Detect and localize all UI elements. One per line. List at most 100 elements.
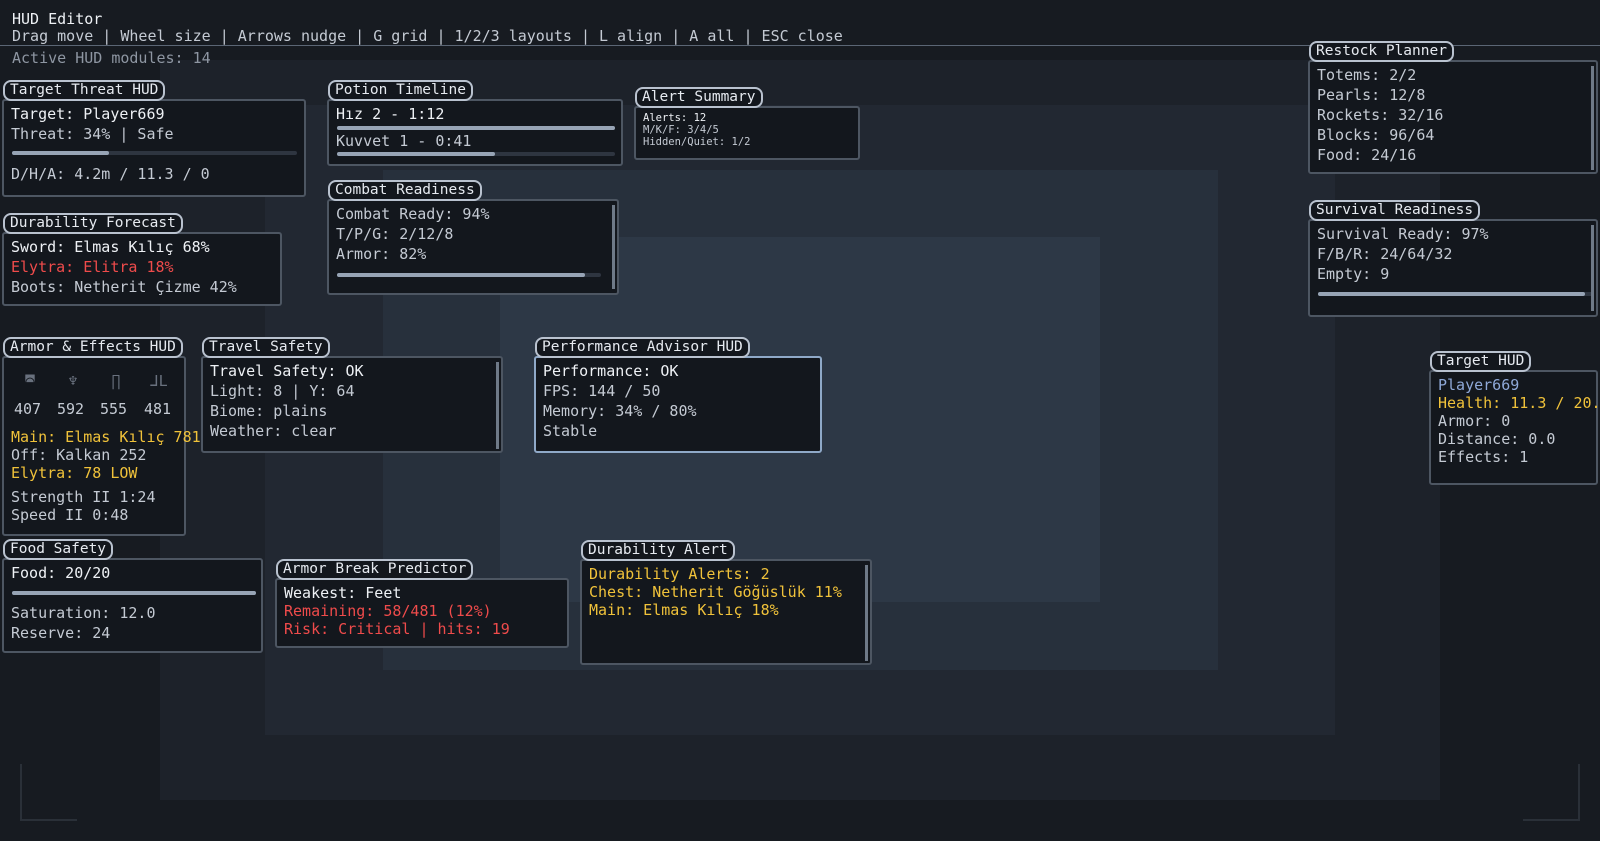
target-threat-title[interactable]: Target Threat HUD — [3, 80, 166, 101]
armor-effects-panel[interactable]: ◚ ♆ ∏ ⅃L 407 592 555 481 Main: Elmas Kıl… — [2, 356, 201, 536]
travel-biome: Biome: plains — [210, 402, 328, 420]
leggings-icon: ∏ — [111, 372, 121, 390]
effect-speed: Speed II 0:48 — [11, 506, 129, 524]
corner-guide-left — [20, 764, 77, 821]
food-safety-panel[interactable]: Food: 20/20 Saturation: 12.0 Reserve: 24 — [2, 558, 263, 653]
food-level: Food: 20/20 — [11, 564, 111, 582]
header-divider-right — [1435, 45, 1600, 46]
chestplate-durability: 592 — [57, 400, 85, 418]
editor-help-text: Drag move | Wheel size | Arrows nudge | … — [12, 27, 843, 45]
target-hud-title[interactable]: Target HUD — [1430, 351, 1532, 372]
potion-line-2: Kuvvet 1 - 0:41 — [336, 132, 472, 150]
performance-memory: Memory: 34% / 80% — [543, 402, 697, 420]
restock-food: Food: 24/16 — [1317, 146, 1417, 164]
main-hand-item: Main: Elmas Kılıç 781 — [11, 428, 201, 446]
threat-dha: D/H/A: 4.2m / 11.3 / 0 — [11, 165, 210, 183]
potion-line-1: Hız 2 - 1:12 — [336, 105, 445, 123]
target-player-name: Player669 — [1438, 376, 1520, 394]
restock-totems: Totems: 2/2 — [1317, 66, 1417, 84]
target-health: Health: 11.3 / 20.0 — [1438, 394, 1600, 412]
alert-summary-title[interactable]: Alert Summary — [635, 87, 763, 108]
durability-alert-panel[interactable]: Durability Alerts: 2 Chest: Netherit Göğ… — [580, 559, 872, 665]
combat-bar — [337, 273, 601, 277]
target-threat-panel[interactable]: Target: Player669 Threat: 34% | Safe D/H… — [2, 99, 306, 197]
combat-bar-fill — [337, 273, 586, 277]
combat-scrollbar[interactable] — [612, 205, 615, 289]
durability-alert-title[interactable]: Durability Alert — [581, 540, 735, 561]
restock-scrollbar[interactable] — [1591, 66, 1594, 170]
combat-ready: Combat Ready: 94% — [336, 205, 490, 223]
helmet-durability: 407 — [14, 400, 42, 418]
armor-break-panel[interactable]: Weakest: Feet Remaining: 58/481 (12%) Ri… — [275, 578, 569, 648]
armor-break-title[interactable]: Armor Break Predictor — [276, 559, 474, 580]
food-reserve: Reserve: 24 — [11, 624, 111, 642]
restock-rockets: Rockets: 32/16 — [1317, 106, 1444, 124]
food-saturation: Saturation: 12.0 — [11, 604, 156, 622]
potion-bar-2 — [337, 152, 615, 156]
performance-status: Performance: OK — [543, 362, 679, 380]
performance-stable: Stable — [543, 422, 598, 440]
travel-status: Travel Safety: OK — [210, 362, 364, 380]
off-hand-item: Off: Kalkan 252 — [11, 446, 147, 464]
armor-break-weakest: Weakest: Feet — [284, 584, 402, 602]
alert-hidden: Hidden/Quiet: 1/2 — [643, 136, 751, 148]
survival-bar — [1318, 292, 1593, 296]
potion-bar-1-fill — [337, 126, 615, 130]
durability-forecast-panel[interactable]: Sword: Elmas Kılıç 68% Elytra: Elitra 18… — [2, 232, 282, 306]
performance-advisor-title[interactable]: Performance Advisor HUD — [535, 337, 750, 358]
boots-durability: 481 — [144, 400, 172, 418]
alert-summary-panel[interactable]: Alerts: 12 M/K/F: 3/4/5 Hidden/Quiet: 1/… — [634, 106, 860, 160]
potion-timeline-panel[interactable]: Hız 2 - 1:12 Kuvvet 1 - 0:41 — [327, 99, 623, 166]
survival-fbr: F/B/R: 24/64/32 — [1317, 245, 1453, 263]
leggings-durability: 555 — [100, 400, 128, 418]
durability-alert-count: Durability Alerts: 2 — [589, 565, 770, 583]
target-effects: Effects: 1 — [1438, 448, 1529, 466]
durability-alert-scrollbar[interactable] — [865, 565, 868, 661]
durability-forecast-title[interactable]: Durability Forecast — [3, 213, 183, 234]
forecast-elytra: Elytra: Elitra 18% — [11, 258, 174, 276]
survival-scrollbar[interactable] — [1591, 225, 1594, 311]
target-armor: Armor: 0 — [1438, 412, 1511, 430]
travel-safety-title[interactable]: Travel Safety — [202, 337, 330, 358]
food-bar-fill — [12, 591, 256, 595]
armor-break-risk: Risk: Critical | hits: 19 — [284, 620, 510, 638]
armor-break-remaining: Remaining: 58/481 (12%) — [284, 602, 492, 620]
travel-scrollbar[interactable] — [496, 362, 499, 449]
food-bar — [12, 591, 256, 595]
travel-weather: Weather: clear — [210, 422, 337, 440]
combat-tpg: T/P/G: 2/12/8 — [336, 225, 454, 243]
threat-level-text: Threat: 34% | Safe — [11, 125, 174, 143]
survival-empty: Empty: 9 — [1317, 265, 1390, 283]
threat-bar — [12, 151, 297, 155]
target-hud-panel[interactable]: Player669 Health: 11.3 / 20.0 Armor: 0 D… — [1429, 370, 1600, 485]
combat-armor: Armor: 82% — [336, 245, 427, 263]
armor-effects-title[interactable]: Armor & Effects HUD — [3, 337, 183, 358]
combat-readiness-title[interactable]: Combat Readiness — [328, 180, 482, 201]
elytra-durability: Elytra: 78 LOW — [11, 464, 138, 482]
editor-title: HUD Editor — [12, 10, 103, 28]
active-modules-count: Active HUD modules: 14 — [12, 49, 211, 67]
potion-bar-1 — [337, 126, 615, 130]
combat-readiness-panel[interactable]: Combat Ready: 94% T/P/G: 2/12/8 Armor: 8… — [327, 199, 619, 295]
survival-bar-fill — [1318, 292, 1585, 296]
survival-readiness-title[interactable]: Survival Readiness — [1309, 200, 1481, 221]
restock-blocks: Blocks: 96/64 — [1317, 126, 1435, 144]
food-safety-title[interactable]: Food Safety — [3, 539, 114, 560]
potion-bar-2-fill — [337, 152, 496, 156]
travel-safety-panel[interactable]: Travel Safety: OK Light: 8 | Y: 64 Biome… — [201, 356, 503, 453]
restock-planner-panel[interactable]: Totems: 2/2 Pearls: 12/8 Rockets: 32/16 … — [1308, 60, 1598, 174]
forecast-sword: Sword: Elmas Kılıç 68% — [11, 238, 210, 256]
helmet-icon: ◚ — [25, 372, 35, 390]
durability-alert-chest: Chest: Netherit Göğüslük 11% — [589, 583, 842, 601]
survival-readiness-panel[interactable]: Survival Ready: 97% F/B/R: 24/64/32 Empt… — [1308, 219, 1598, 317]
travel-light: Light: 8 | Y: 64 — [210, 382, 355, 400]
threat-target: Target: Player669 — [11, 105, 165, 123]
performance-advisor-panel[interactable]: Performance: OK FPS: 144 / 50 Memory: 34… — [534, 356, 822, 453]
restock-pearls: Pearls: 12/8 — [1317, 86, 1426, 104]
durability-alert-main: Main: Elmas Kılıç 18% — [589, 601, 779, 619]
target-distance: Distance: 0.0 — [1438, 430, 1556, 448]
potion-timeline-title[interactable]: Potion Timeline — [328, 80, 473, 101]
chestplate-icon: ♆ — [68, 372, 78, 390]
threat-bar-fill — [12, 151, 109, 155]
restock-planner-title[interactable]: Restock Planner — [1309, 41, 1454, 62]
